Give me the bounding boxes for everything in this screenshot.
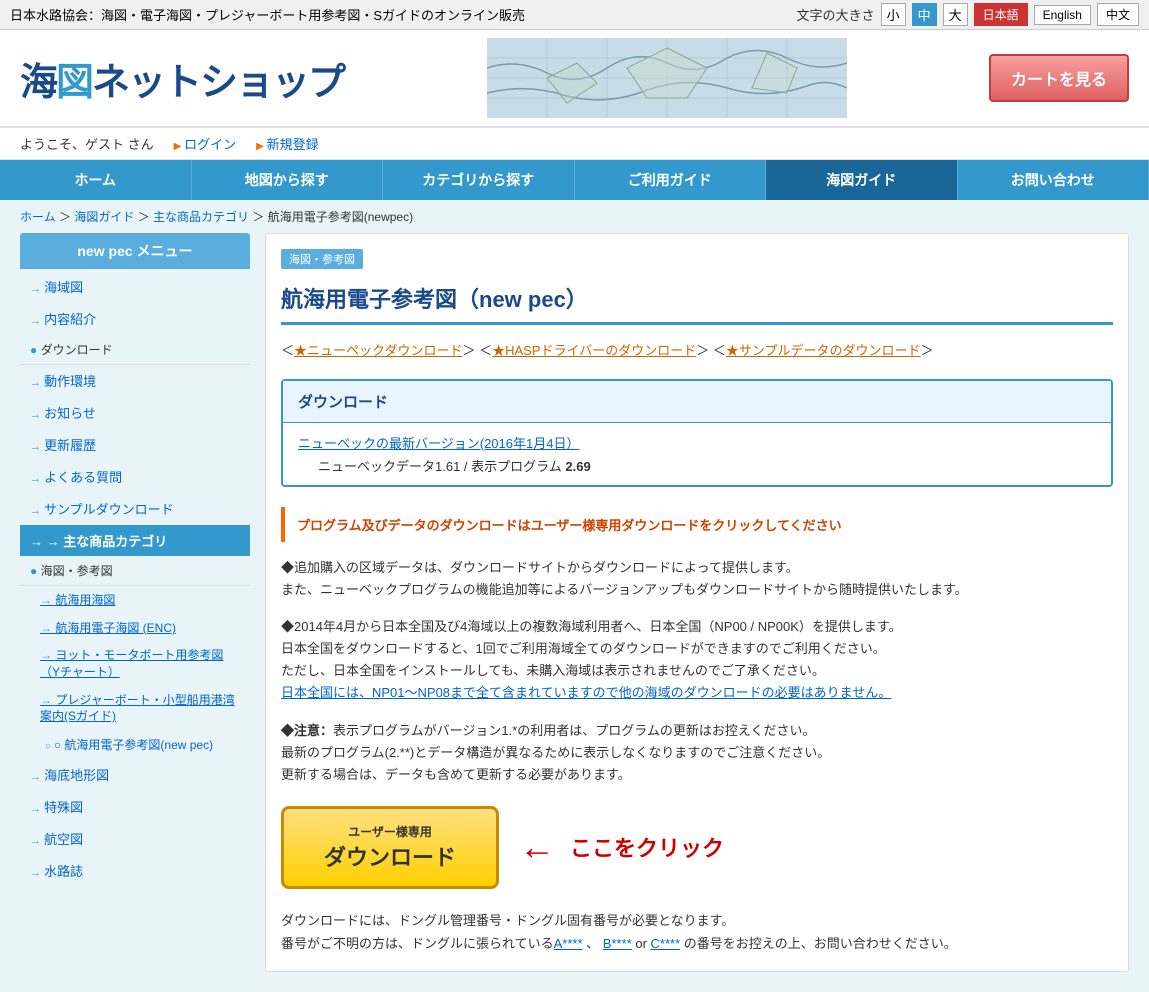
breadcrumb: ホーム ＞ 海図ガイド ＞ 主な商品カテゴリ ＞ 航海用電子参考図(newpec… [0, 200, 1149, 233]
lang-ja-btn[interactable]: 日本語 [974, 3, 1028, 26]
welcome-text: ようこそ、ゲスト さん [20, 134, 154, 153]
font-mid-btn[interactable]: 中 [912, 3, 937, 26]
download-btn-area: ユーザー様専用 ダウンロード ← ここをクリック [281, 806, 1113, 889]
breadcrumb-kaizu-guide[interactable]: 海図ガイド [74, 210, 134, 224]
sidebar-item-oshirase[interactable]: お知らせ [20, 397, 250, 429]
map-decoration [487, 38, 847, 118]
breadcrumb-home[interactable]: ホーム [20, 210, 56, 224]
lang-en-btn[interactable]: English [1034, 5, 1091, 25]
download-btn-small: ユーザー様専用 [324, 823, 456, 840]
version-detail-text: ニューベックデータ1.61 / 表示プログラム [318, 459, 562, 474]
sidebar-item-sample[interactable]: サンプルダウンロード [20, 493, 250, 525]
version-link[interactable]: ニューベックの最新バージョン(2016年1月4日） [298, 436, 579, 451]
nav-map-search[interactable]: 地図から探す [192, 160, 384, 200]
footer-link2[interactable]: B**** [603, 936, 632, 951]
header: 海図ネットショップ カートを見る [0, 30, 1149, 128]
footer-line2-pre: 番号がご不明の方は、ドングルに張られている [281, 936, 554, 951]
nav-kaizu-guide[interactable]: 海図ガイド [766, 160, 958, 200]
click-here-text: ここをクリック [570, 831, 724, 863]
footer-line1: ダウンロードには、ドングル管理番号・ドングル固有番号が必要となります。 [281, 913, 734, 928]
sidebar-item-suiroushi[interactable]: 水路誌 [20, 855, 250, 887]
sample-download-link[interactable]: ★サンプルデータのダウンロード [726, 343, 921, 358]
nav-category-search[interactable]: カテゴリから探す [383, 160, 575, 200]
cart-button[interactable]: カートを見る [989, 54, 1129, 102]
sidebar-header: new pec メニュー [20, 233, 250, 269]
top-bar: 日本水路協会：海図・電子海図・プレジャーボート用参考図・Sガイドのオンライン販売… [0, 0, 1149, 30]
sidebar-leaf-newpec: ○ 航海用電子参考図(new pec) [20, 731, 250, 759]
para1: ◆追加購入の区域データは、ダウンロードサイトからダウンロードによって提供します。… [281, 557, 1113, 601]
footer-link1[interactable]: A**** [554, 936, 583, 951]
download-body: ニューベックの最新バージョン(2016年1月4日） ニューベックデータ1.61 … [283, 423, 1111, 485]
content-title: 航海用電子参考図（new pec） [281, 274, 1113, 325]
top-bar-text: 日本水路協会：海図・電子海図・プレジャーボート用参考図・Sガイドのオンライン販売 [10, 5, 525, 24]
notice-box: プログラム及びデータのダウンロードはユーザー様専用ダウンロードをクリックしてくだ… [281, 507, 1113, 542]
hasp-download-link[interactable]: ★HASPドライバーのダウンロード [492, 343, 696, 358]
main-layout: new pec メニュー 海域図 内容紹介 ダウンロード 動作環境 お知らせ 更… [0, 233, 1149, 992]
nav-home[interactable]: ホーム [0, 160, 192, 200]
para3: ◆注意：表示プログラムがバージョン1.*の利用者は、プログラムの更新はお控えくだ… [281, 720, 1113, 786]
map-svg [487, 38, 847, 118]
sidebar-item-dosa[interactable]: 動作環境 [20, 365, 250, 397]
footer-text: ダウンロードには、ドングル管理番号・ドングル固有番号が必要となります。 番号がご… [281, 909, 1113, 956]
footer-line2-post: の番号をお控えの上、お問い合わせください。 [684, 936, 957, 951]
notice-text: プログラム及びデータのダウンロードはユーザー様専用ダウンロードをクリックしてくだ… [297, 518, 842, 533]
sidebar-item-kaizuzu[interactable]: 海域図 [20, 271, 250, 303]
sidebar-item-naiyou[interactable]: 内容紹介 [20, 303, 250, 335]
logo[interactable]: 海図ネットショップ [20, 51, 344, 106]
version-number: 2.69 [565, 459, 590, 474]
sidebar-item-tokushu[interactable]: 特殊図 [20, 791, 250, 823]
download-section: ダウンロード ニューベックの最新バージョン(2016年1月4日） ニューベックデ… [281, 379, 1113, 487]
sidebar-sub-pleasure[interactable]: プレジャーボート・小型船用港湾案内(Sガイド) [20, 687, 250, 732]
nav: ホーム 地図から探す カテゴリから探す ご利用ガイド 海図ガイド お問い合わせ [0, 160, 1149, 200]
login-link[interactable]: ログイン [174, 134, 236, 153]
content-area: 海図・参考図 航海用電子参考図（new pec） ＜★ニューペックダウンロード＞… [265, 233, 1129, 972]
sidebar-item-kouku[interactable]: 航空図 [20, 823, 250, 855]
sidebar-menu: 海域図 内容紹介 ダウンロード 動作環境 お知らせ 更新履歴 よくある質問 サン… [20, 271, 250, 887]
sidebar-sub-yacht[interactable]: ヨット・モータボート用参考図（Yチャート） [20, 642, 250, 687]
sidebar-category-download: ダウンロード [20, 335, 250, 365]
lang-zh-btn[interactable]: 中文 [1097, 3, 1139, 26]
sidebar-sub-enc[interactable]: 航海用電子海図 (ENC) [20, 614, 250, 642]
sidebar-item-faq[interactable]: よくある質問 [20, 461, 250, 493]
sidebar-category-kaizu: 海図・参考図 [20, 556, 250, 586]
download-btn-big: ダウンロード [324, 840, 456, 872]
content-category-label: 海図・参考図 [281, 249, 363, 269]
para3-head: ◆注意： [281, 723, 333, 738]
sidebar-sub-koukaiyo[interactable]: 航海用海図 [20, 586, 250, 614]
newpec-download-link[interactable]: ★ニューペックダウンロード [294, 343, 462, 358]
version-detail: ニューベックデータ1.61 / 表示プログラム 2.69 [298, 456, 1096, 475]
arrow-icon: ← [519, 826, 555, 868]
arrow-area: ← ここをクリック [519, 826, 724, 868]
register-link[interactable]: 新規登録 [256, 134, 318, 153]
footer-link3[interactable]: C**** [651, 936, 681, 951]
font-large-btn[interactable]: 大 [943, 3, 968, 26]
font-small-btn[interactable]: 小 [881, 3, 906, 26]
para2: ◆2014年4月から日本全国及び4海域以上の複数海域利用者へ、日本全国（NP00… [281, 616, 1113, 704]
breadcrumb-current: 航海用電子参考図(newpec) [268, 210, 413, 224]
font-size-label: 文字の大きさ [797, 5, 875, 24]
breadcrumb-category[interactable]: 主な商品カテゴリ [153, 210, 249, 224]
top-bar-right: 文字の大きさ 小 中 大 日本語 English 中文 [797, 3, 1139, 26]
sidebar: new pec メニュー 海域図 内容紹介 ダウンロード 動作環境 お知らせ 更… [20, 233, 250, 972]
nav-guide[interactable]: ご利用ガイド [575, 160, 767, 200]
user-bar: ようこそ、ゲスト さん ログイン 新規登録 [0, 128, 1149, 160]
download-header: ダウンロード [283, 381, 1111, 423]
content-links: ＜★ニューペックダウンロード＞ ＜★HASPドライバーのダウンロード＞ ＜★サン… [281, 340, 1113, 359]
sidebar-item-kaitei[interactable]: 海底地形図 [20, 759, 250, 791]
para2-underline: 日本全国には、NP01〜NP08まで全て含まれていますので他の海域のダウンロード… [281, 685, 891, 700]
sidebar-active-category[interactable]: → 主な商品カテゴリ [20, 525, 250, 556]
nav-contact[interactable]: お問い合わせ [958, 160, 1149, 200]
download-user-button[interactable]: ユーザー様専用 ダウンロード [281, 806, 499, 889]
sidebar-item-history[interactable]: 更新履歴 [20, 429, 250, 461]
